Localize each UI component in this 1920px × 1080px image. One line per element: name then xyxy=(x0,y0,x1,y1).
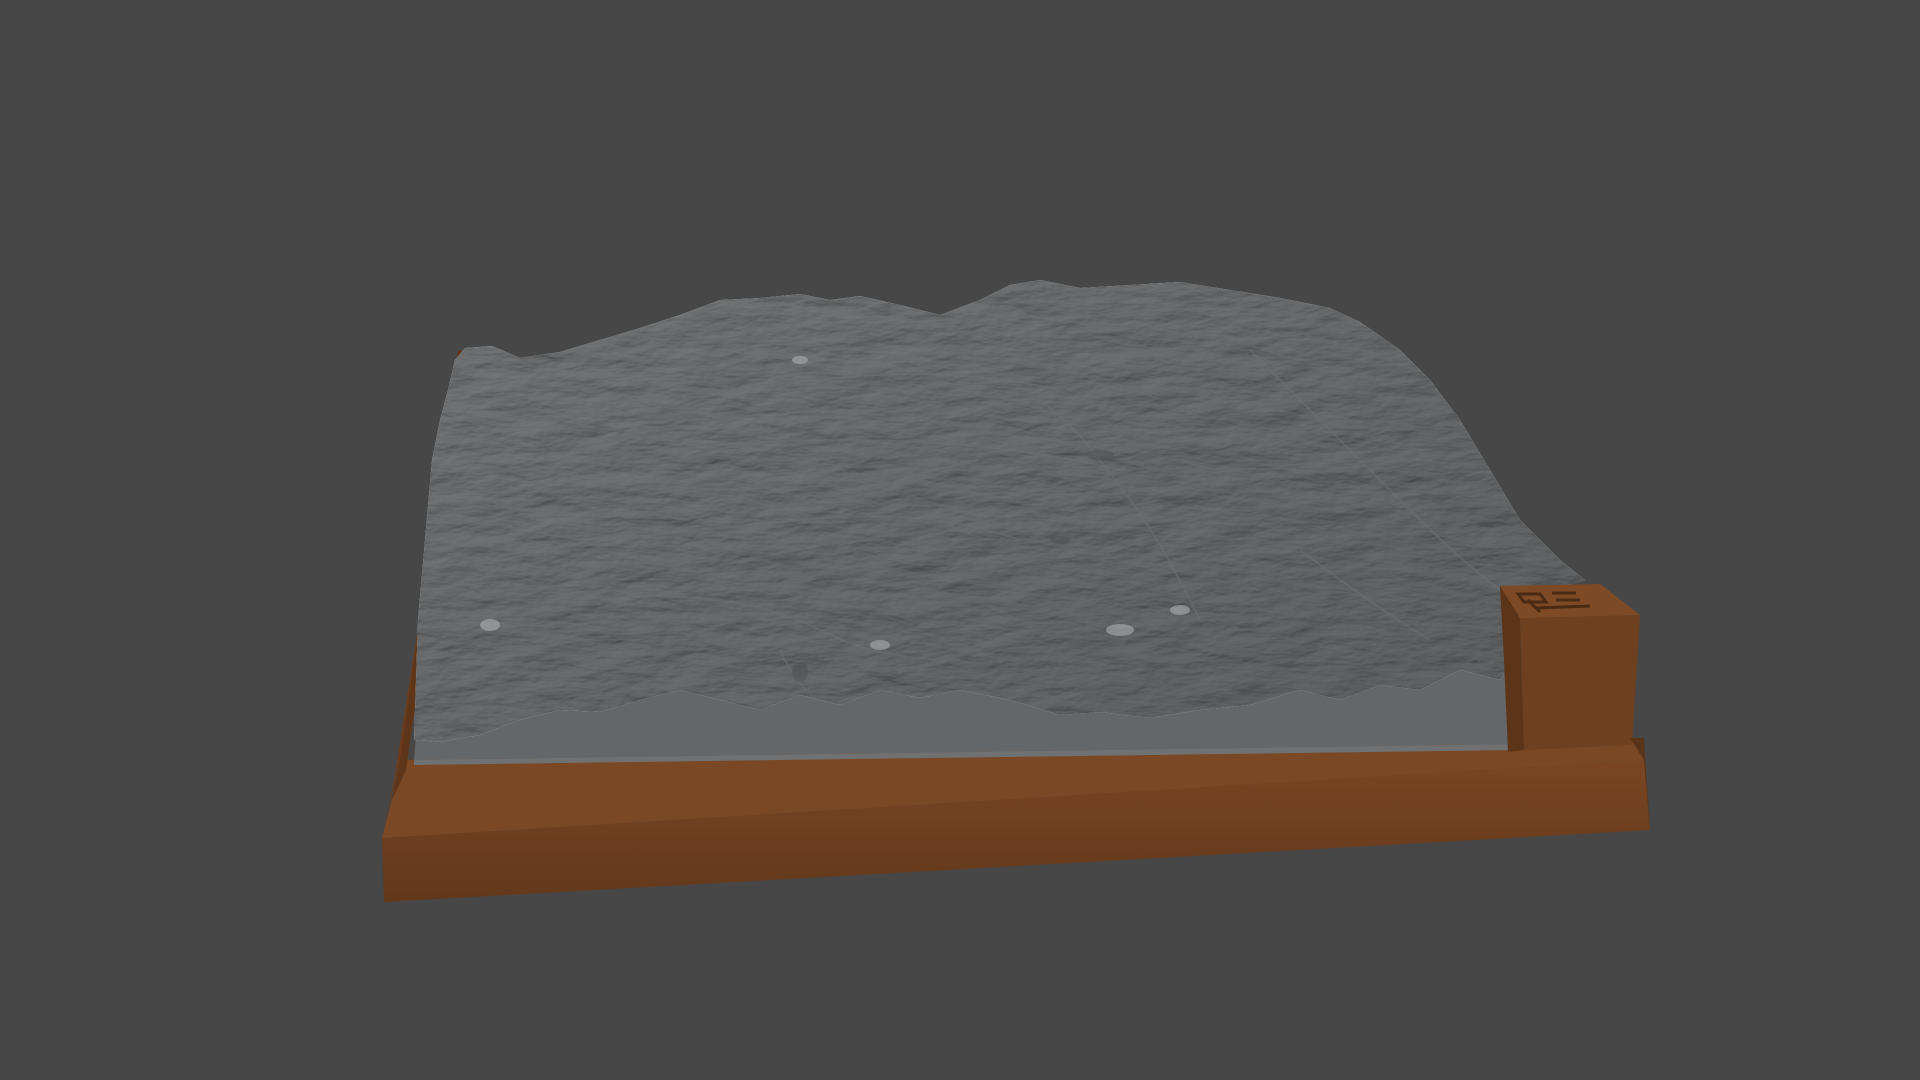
label-block-front xyxy=(1520,615,1640,750)
terrain-surface xyxy=(414,280,1585,742)
terrain-scene xyxy=(382,280,1650,902)
3d-viewport[interactable] xyxy=(0,0,1920,1080)
